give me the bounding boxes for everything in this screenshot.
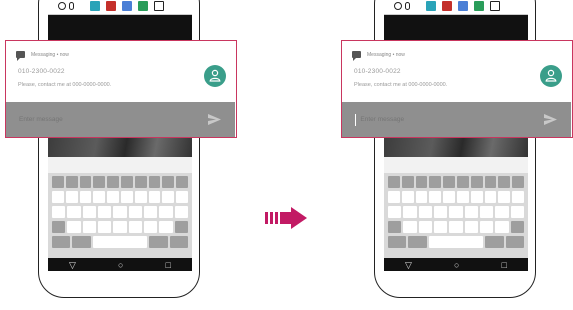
ring-icon (69, 1, 74, 10)
right-arrow-icon (265, 207, 307, 229)
reply-bar[interactable] (6, 102, 235, 137)
person-icon (209, 69, 221, 82)
app-icon (138, 0, 148, 11)
gallery-icon (122, 0, 132, 11)
message-notification[interactable]: Messaging • now 010-2300-0022 Please, co… (5, 40, 237, 138)
person-icon (545, 69, 557, 82)
image-icon (90, 0, 100, 11)
status-bar (384, 0, 528, 15)
keyboard[interactable] (48, 173, 192, 258)
text-cursor (355, 113, 357, 126)
compose-strip (384, 157, 528, 173)
chat-bubble-icon (352, 51, 361, 61)
back-icon[interactable]: ▽ (405, 260, 412, 271)
image-icon (426, 0, 436, 11)
reply-input[interactable] (19, 116, 235, 123)
notification-sender: 010-2300-0022 (354, 68, 401, 75)
ring-icon (394, 1, 402, 10)
back-icon[interactable]: ▽ (69, 260, 76, 271)
avatar[interactable] (204, 65, 226, 87)
notification-app-line: Messaging • now (31, 51, 69, 58)
notification-app-line: Messaging • now (367, 51, 405, 58)
send-icon[interactable] (208, 114, 221, 125)
notification-message: Please, contact me at 000-0000-0000. (354, 82, 448, 88)
mail-icon (106, 0, 116, 11)
chat-bubble-icon (16, 51, 25, 61)
gallery-icon (458, 0, 468, 11)
compose-strip (48, 157, 192, 173)
reply-input[interactable] (360, 116, 571, 123)
recents-icon[interactable]: □ (502, 260, 507, 270)
app-icon (154, 0, 164, 11)
app-icon (474, 0, 484, 11)
home-icon[interactable]: ○ (454, 260, 459, 270)
notification-sender: 010-2300-0022 (18, 68, 65, 75)
mail-icon (442, 0, 452, 11)
status-bar (48, 0, 192, 15)
keyboard[interactable] (384, 173, 528, 258)
reply-bar[interactable] (342, 102, 571, 137)
home-icon[interactable]: ○ (118, 260, 123, 270)
send-icon[interactable] (544, 114, 557, 125)
recents-icon[interactable]: □ (166, 260, 171, 270)
message-notification[interactable]: Messaging • now 010-2300-0022 Please, co… (341, 40, 573, 138)
avatar[interactable] (540, 65, 562, 87)
navigation-bar: ▽ ○ □ (384, 259, 528, 271)
app-icon (490, 0, 500, 11)
navigation-bar: ▽ ○ □ (48, 259, 192, 271)
notification-message: Please, contact me at 000-0000-0000. (18, 82, 112, 88)
ring-icon (405, 1, 410, 10)
ring-icon (58, 1, 66, 10)
